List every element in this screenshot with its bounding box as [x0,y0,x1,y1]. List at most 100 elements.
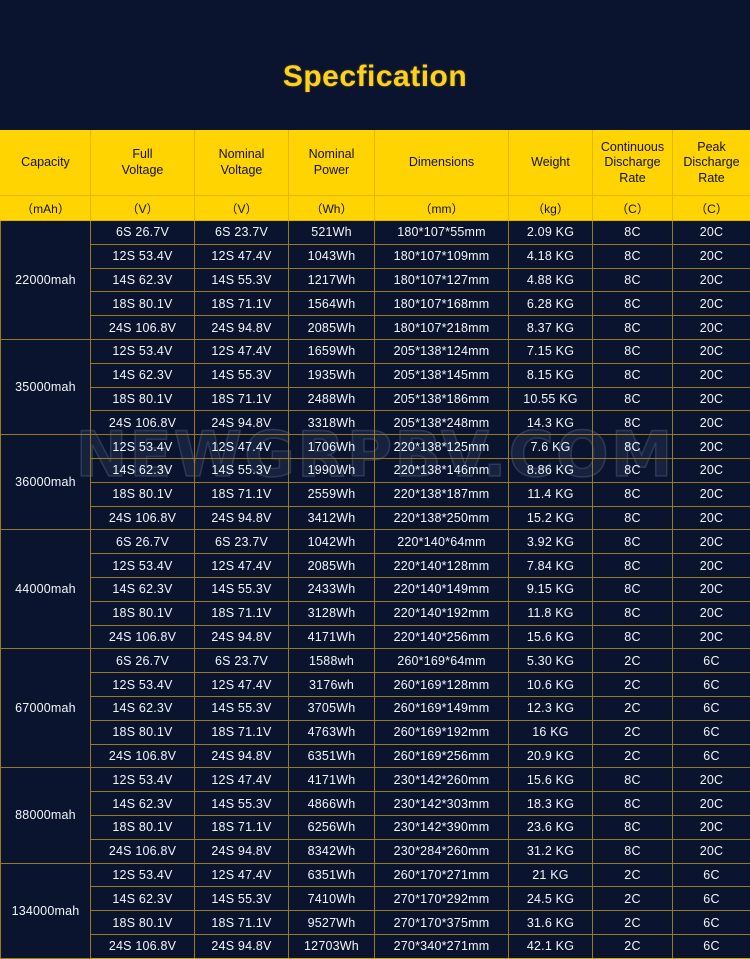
full-voltage-cell: 14S 62.3V [91,577,195,601]
column-header-capacity-label: Capacity [21,155,70,169]
full-voltage-cell: 18S 80.1V [91,292,195,316]
dimensions-cell: 260*169*149mm [375,696,509,720]
peak-discharge-rate-cell: 20C [673,815,750,839]
peak-discharge-rate-cell: 6C [673,649,750,673]
table-row: 18S 80.1V18S 71.1V3128Wh220*140*192mm11.… [1,601,750,625]
dimensions-cell: 205*138*145mm [375,363,509,387]
weight-cell: 15.2 KG [509,506,593,530]
table-row: 14S 62.3V14S 55.3V1935Wh205*138*145mm8.1… [1,363,750,387]
weight-cell: 24.5 KG [509,887,593,911]
full-voltage-cell: 12S 53.4V [91,673,195,697]
full-voltage-cell: 14S 62.3V [91,696,195,720]
weight-cell: 8.15 KG [509,363,593,387]
table-row: 134000mah12S 53.4V12S 47.4V6351Wh260*170… [1,863,750,887]
continuous-discharge-rate-cell: 8C [593,625,673,649]
column-header-weight: Weight [509,131,593,196]
weight-cell: 10.6 KG [509,673,593,697]
dimensions-cell: 230*142*390mm [375,815,509,839]
peak-discharge-rate-cell: 6C [673,934,750,958]
weight-cell: 8.37 KG [509,316,593,340]
peak-discharge-rate-cell: 20C [673,411,750,435]
weight-cell: 9.15 KG [509,577,593,601]
table-row: 24S 106.8V24S 94.8V6351Wh260*169*256mm20… [1,744,750,768]
table-row: 18S 80.1V18S 71.1V4763Wh260*169*192mm16 … [1,720,750,744]
nominal-voltage-cell: 6S 23.7V [195,221,289,245]
peak-discharge-rate-cell: 20C [673,601,750,625]
nominal-voltage-cell: 6S 23.7V [195,530,289,554]
column-header-nominal-power-line2: Power [289,163,374,179]
peak-discharge-rate-cell: 20C [673,292,750,316]
column-header-nominal-voltage-line2: Voltage [195,163,288,179]
weight-cell: 10.55 KG [509,387,593,411]
continuous-discharge-rate-cell: 8C [593,482,673,506]
capacity-cell: 36000mah [1,435,91,530]
dimensions-cell: 220*140*192mm [375,601,509,625]
peak-discharge-rate-cell: 20C [673,363,750,387]
full-voltage-cell: 18S 80.1V [91,911,195,935]
weight-cell: 11.8 KG [509,601,593,625]
dimensions-cell: 260*169*128mm [375,673,509,697]
weight-cell: 12.3 KG [509,696,593,720]
table-row: 14S 62.3V14S 55.3V1990Wh220*138*146mm8.8… [1,458,750,482]
nominal-voltage-cell: 18S 71.1V [195,911,289,935]
weight-cell: 20.9 KG [509,744,593,768]
full-voltage-cell: 24S 106.8V [91,839,195,863]
column-header-continuous-discharge-rate-line2: Discharge [593,155,672,171]
table-row: 14S 62.3V14S 55.3V7410Wh270*170*292mm24.… [1,887,750,911]
table-row: 18S 80.1V18S 71.1V9527Wh270*170*375mm31.… [1,911,750,935]
full-voltage-cell: 6S 26.7V [91,649,195,673]
full-voltage-cell: 24S 106.8V [91,934,195,958]
dimensions-cell: 260*169*192mm [375,720,509,744]
dimensions-cell: 270*170*292mm [375,887,509,911]
column-header-full-voltage-line1: Full [91,147,194,163]
nominal-voltage-cell: 18S 71.1V [195,292,289,316]
nominal-voltage-cell: 14S 55.3V [195,577,289,601]
nominal-power-cell: 3128Wh [289,601,375,625]
weight-cell: 2.09 KG [509,221,593,245]
table-row: 18S 80.1V18S 71.1V2559Wh220*138*187mm11.… [1,482,750,506]
nominal-voltage-cell: 24S 94.8V [195,839,289,863]
unit-nominal-voltage: （V） [195,196,289,221]
dimensions-cell: 260*169*64mm [375,649,509,673]
continuous-discharge-rate-cell: 2C [593,649,673,673]
capacity-cell: 67000mah [1,649,91,768]
table-row: 12S 53.4V12S 47.4V3176wh260*169*128mm10.… [1,673,750,697]
nominal-power-cell: 2085Wh [289,554,375,578]
table-header: Capacity Full Voltage Nominal Voltage No… [1,131,750,221]
nominal-power-cell: 3318Wh [289,411,375,435]
table-row: 24S 106.8V24S 94.8V4171Wh220*140*256mm15… [1,625,750,649]
weight-cell: 5.30 KG [509,649,593,673]
peak-discharge-rate-cell: 20C [673,316,750,340]
full-voltage-cell: 12S 53.4V [91,244,195,268]
weight-cell: 31.2 KG [509,839,593,863]
nominal-power-cell: 6256Wh [289,815,375,839]
dimensions-cell: 205*138*248mm [375,411,509,435]
peak-discharge-rate-cell: 6C [673,720,750,744]
dimensions-cell: 180*107*109mm [375,244,509,268]
full-voltage-cell: 24S 106.8V [91,625,195,649]
table-row: 67000mah6S 26.7V6S 23.7V1588wh260*169*64… [1,649,750,673]
capacity-cell: 88000mah [1,768,91,863]
dimensions-cell: 220*138*250mm [375,506,509,530]
table-row: 22000mah6S 26.7V6S 23.7V521Wh180*107*55m… [1,221,750,245]
column-header-dimensions: Dimensions [375,131,509,196]
full-voltage-cell: 6S 26.7V [91,530,195,554]
table-row: 88000mah12S 53.4V12S 47.4V4171Wh230*142*… [1,768,750,792]
weight-cell: 4.18 KG [509,244,593,268]
table-row: 24S 106.8V24S 94.8V12703Wh270*340*271mm4… [1,934,750,958]
weight-cell: 7.6 KG [509,435,593,459]
nominal-power-cell: 1706Wh [289,435,375,459]
nominal-voltage-cell: 14S 55.3V [195,792,289,816]
column-header-capacity: Capacity [1,131,91,196]
dimensions-cell: 230*142*260mm [375,768,509,792]
weight-cell: 31.6 KG [509,911,593,935]
full-voltage-cell: 14S 62.3V [91,363,195,387]
weight-cell: 15.6 KG [509,625,593,649]
peak-discharge-rate-cell: 6C [673,863,750,887]
continuous-discharge-rate-cell: 2C [593,863,673,887]
table-row: 12S 53.4V12S 47.4V2085Wh220*140*128mm7.8… [1,554,750,578]
weight-cell: 11.4 KG [509,482,593,506]
peak-discharge-rate-cell: 20C [673,554,750,578]
nominal-power-cell: 4171Wh [289,768,375,792]
nominal-voltage-cell: 12S 47.4V [195,768,289,792]
